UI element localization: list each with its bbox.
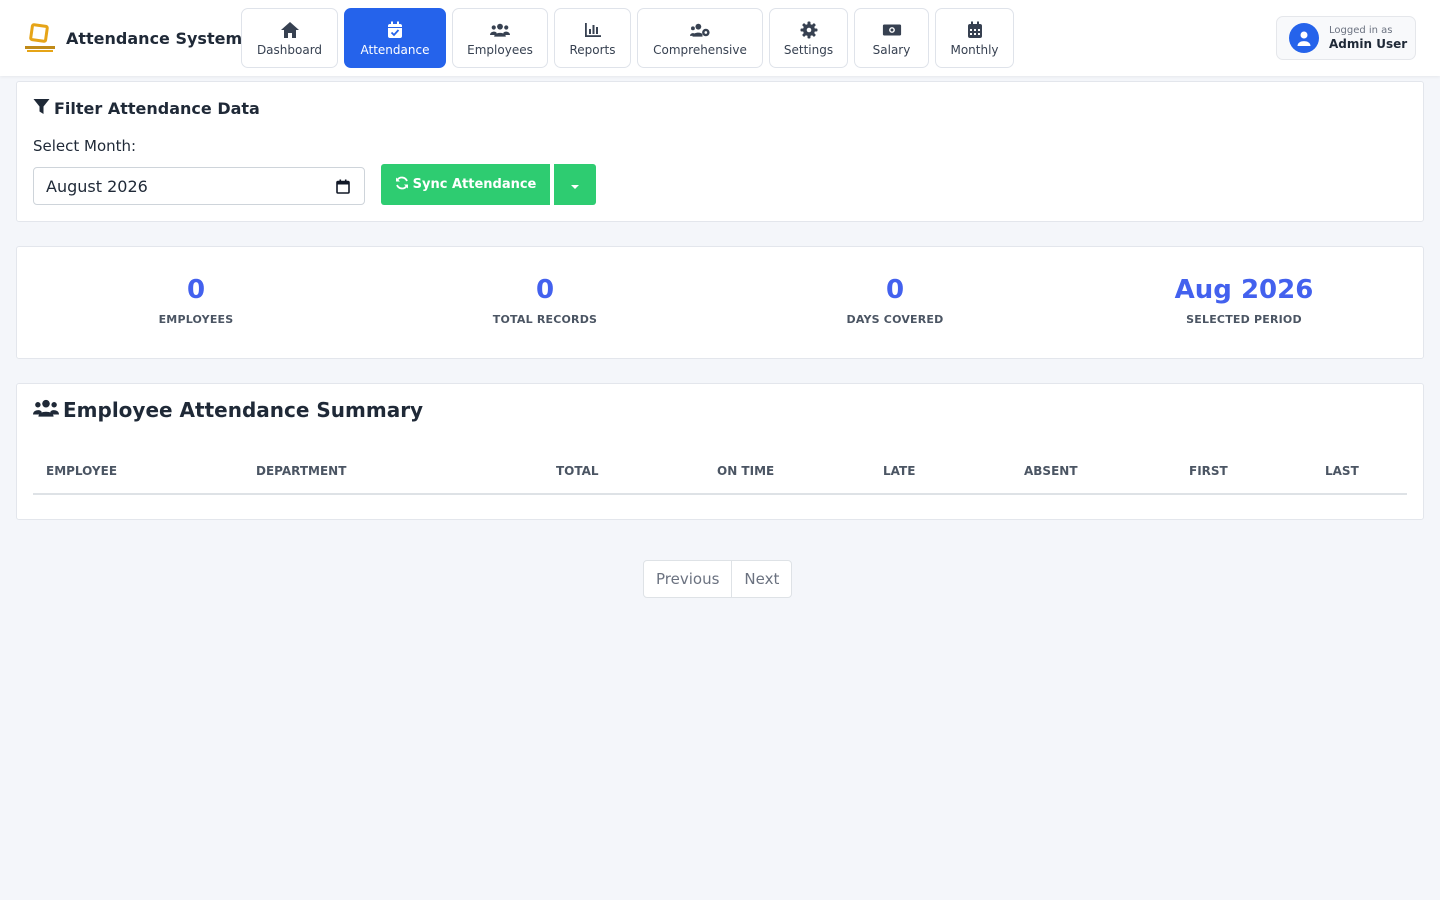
summary-card: Employee Attendance Summary EMPLOYEE DEP… [16, 383, 1424, 520]
stat-value: Aug 2026 [1174, 275, 1314, 305]
gear-icon [799, 20, 819, 40]
stat-label: SELECTED PERIOD [1186, 313, 1302, 326]
sync-options-dropdown[interactable] [554, 164, 596, 205]
pagination: Previous Next [643, 560, 793, 598]
stats-card: 0 EMPLOYEES 0 TOTAL RECORDS 0 DAYS COVER… [16, 246, 1424, 359]
sync-attendance-button[interactable]: Sync Attendance [381, 164, 550, 205]
users-cog-icon [690, 20, 710, 40]
column-employee[interactable]: EMPLOYEE [46, 464, 117, 478]
month-value: August 2026 [46, 176, 148, 196]
nav-label: Employees [467, 42, 533, 57]
stat-label: TOTAL RECORDS [492, 313, 598, 326]
nav-employees[interactable]: Employees [452, 8, 548, 68]
stat-label: DAYS COVERED [846, 313, 944, 326]
user-name: Admin User [1329, 36, 1408, 51]
nav-label: Salary [872, 42, 911, 57]
stat-value: 0 [885, 275, 905, 305]
calendar-icon [965, 20, 985, 40]
stat-selected-period: Aug 2026 SELECTED PERIOD [1124, 271, 1364, 326]
company-logo [24, 22, 57, 55]
calendar-picker-icon[interactable] [336, 179, 350, 198]
chart-bar-icon [583, 20, 603, 40]
nav-label: Comprehensive [653, 42, 747, 57]
main-nav: Dashboard Attendance Employees Reports C… [241, 8, 1014, 68]
previous-page-button[interactable]: Previous [644, 561, 731, 597]
nav-monthly[interactable]: Monthly [935, 8, 1014, 68]
filter-icon [33, 98, 54, 119]
brand[interactable]: Attendance System [24, 20, 242, 56]
stat-label: EMPLOYEES [158, 313, 234, 326]
column-on-time[interactable]: ON TIME [717, 464, 774, 478]
users-icon [33, 398, 63, 422]
sync-label: Sync Attendance [412, 177, 537, 192]
nav-dashboard[interactable]: Dashboard [241, 8, 338, 68]
column-first[interactable]: FIRST [1189, 464, 1228, 478]
filter-title-text: Filter Attendance Data [54, 99, 260, 118]
month-label: Select Month: [33, 137, 137, 155]
sync-icon [395, 176, 413, 194]
summary-title: Employee Attendance Summary [33, 398, 423, 422]
column-total[interactable]: TOTAL [556, 464, 599, 478]
column-absent[interactable]: ABSENT [1024, 464, 1078, 478]
column-department[interactable]: DEPARTMENT [256, 464, 346, 478]
nav-attendance[interactable]: Attendance [344, 8, 446, 68]
nav-label: Reports [569, 42, 616, 57]
nav-label: Dashboard [256, 42, 323, 57]
users-icon [490, 20, 510, 40]
top-navbar: Attendance System Dashboard Attendance E… [0, 0, 1440, 76]
nav-salary[interactable]: Salary [854, 8, 929, 68]
stat-days-covered: 0 DAYS COVERED [775, 271, 1015, 326]
calendar-check-icon [385, 20, 405, 40]
home-icon [280, 20, 300, 40]
stat-total-records: 0 TOTAL RECORDS [425, 271, 665, 326]
next-page-button[interactable]: Next [731, 561, 791, 597]
table-header: EMPLOYEE DEPARTMENT TOTAL ON TIME LATE A… [33, 456, 1407, 495]
filter-title: Filter Attendance Data [33, 98, 260, 119]
filter-card: Filter Attendance Data Select Month: Aug… [16, 81, 1424, 222]
summary-title-text: Employee Attendance Summary [63, 398, 424, 422]
nav-comprehensive[interactable]: Comprehensive [637, 8, 763, 68]
app-title: Attendance System [66, 28, 243, 48]
month-input[interactable]: August 2026 [33, 167, 365, 205]
user-avatar-icon [1289, 23, 1319, 53]
caret-down-icon [570, 175, 580, 194]
nav-label: Attendance [360, 42, 430, 57]
nav-reports[interactable]: Reports [554, 8, 631, 68]
user-caption: Logged in as [1329, 24, 1393, 36]
user-menu[interactable]: Logged in as Admin User [1276, 16, 1416, 60]
stat-employees: 0 EMPLOYEES [76, 271, 316, 326]
money-icon [882, 20, 902, 40]
column-last[interactable]: LAST [1325, 464, 1359, 478]
stat-value: 0 [186, 275, 206, 305]
column-late[interactable]: LATE [883, 464, 915, 478]
stat-value: 0 [535, 275, 555, 305]
nav-label: Monthly [950, 42, 999, 57]
nav-settings[interactable]: Settings [769, 8, 848, 68]
nav-label: Settings [783, 42, 834, 57]
